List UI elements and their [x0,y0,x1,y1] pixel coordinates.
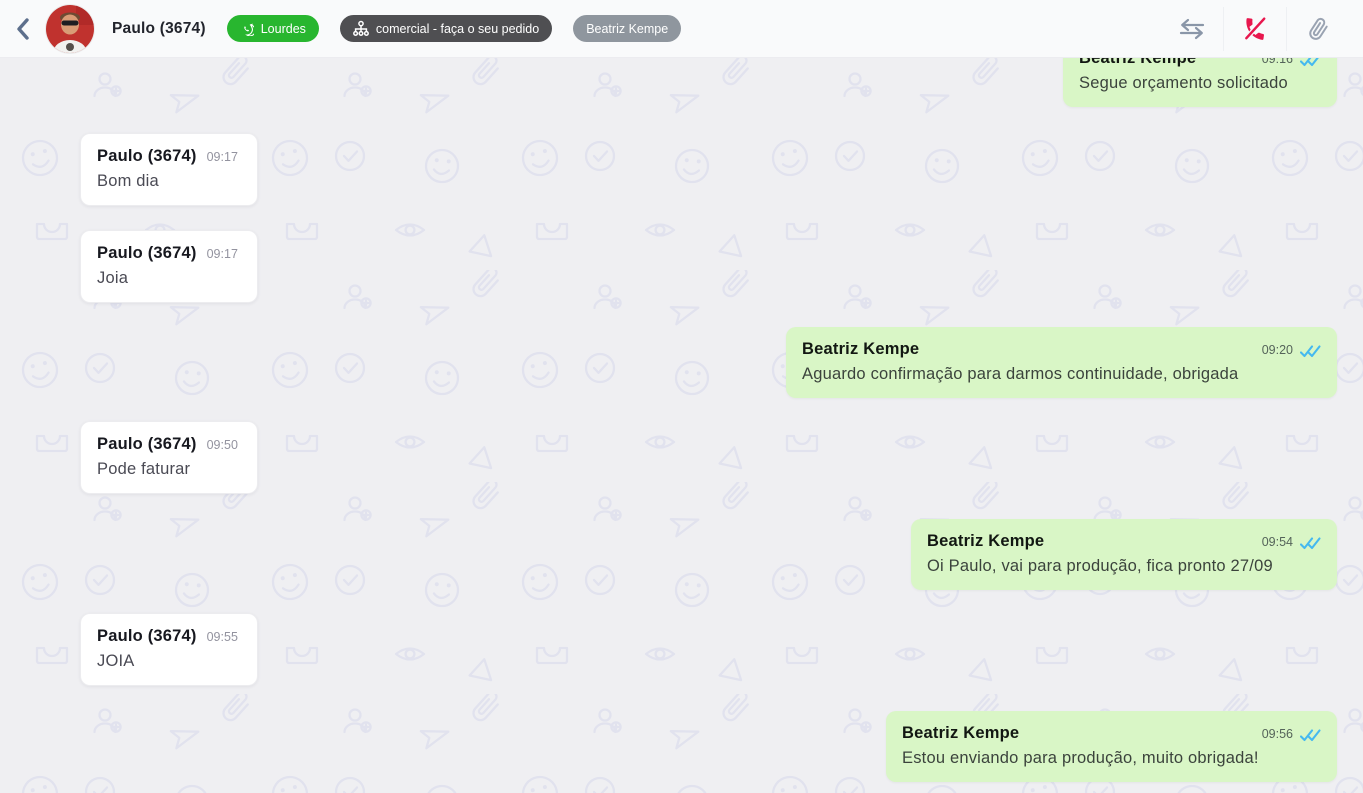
message-sender: Paulo (3674) [97,627,197,646]
message-text: JOIA [97,652,241,671]
read-receipt-icon [1300,537,1321,550]
message-time: 09:17 [207,150,238,164]
message-time: 09:50 [207,438,238,452]
chevron-left-icon [14,17,32,41]
message-text: Pode faturar [97,460,241,479]
sitemap-icon [353,20,369,37]
message-bubble[interactable]: Paulo (3674) 09:50 Pode faturar [80,421,258,494]
message-bubble[interactable]: Beatriz Kempe 09:16 Segue orçamento soli… [1063,58,1337,107]
agent-badge-label: Beatriz Kempe [586,22,668,36]
read-receipt-icon [1300,58,1321,67]
conversation-header: Paulo (3674) Lourdes comercial - faça o … [0,0,1363,58]
message-time: 09:17 [207,247,238,261]
call-disabled-icon [1242,16,1268,42]
message-text: Bom dia [97,172,241,191]
back-button[interactable] [8,10,38,48]
message-time: 09:56 [1262,727,1293,741]
whatsapp-icon [240,22,254,36]
contact-name: Paulo (3674) [112,20,206,38]
message-bubble[interactable]: Paulo (3674) 09:55 JOIA [80,613,258,686]
avatar-image [46,5,94,53]
message-bubble[interactable]: Beatriz Kempe 09:20 Aguardo confirmação … [786,327,1337,398]
attachment-icon [1306,17,1330,41]
message-sender: Paulo (3674) [97,147,197,166]
department-badge[interactable]: comercial - faça o seu pedido [340,15,552,42]
message-text: Segue orçamento solicitado [1079,74,1321,93]
message-bubble[interactable]: Beatriz Kempe 09:56 Estou enviando para … [886,711,1337,782]
message-time: 09:55 [207,630,238,644]
message-sender: Beatriz Kempe [927,532,1044,551]
message-text: Oi Paulo, vai para produção, fica pronto… [927,557,1321,576]
transfer-icon [1179,18,1205,40]
read-receipt-icon [1300,345,1321,358]
channel-badge[interactable]: Lourdes [227,15,319,42]
message-time: 09:16 [1262,58,1293,66]
message-sender: Paulo (3674) [97,435,197,454]
read-receipt-icon [1300,729,1321,742]
agent-badge[interactable]: Beatriz Kempe [573,15,681,42]
message-time: 09:20 [1262,343,1293,357]
chat-window: Paulo (3674) Lourdes comercial - faça o … [0,0,1363,793]
message-list[interactable]: Beatriz Kempe 09:16 Segue orçamento soli… [0,58,1363,793]
message-bubble[interactable]: Beatriz Kempe 09:54 Oi Paulo, vai para p… [911,519,1337,590]
message-text: Estou enviando para produção, muito obri… [902,749,1321,768]
message-bubble[interactable]: Paulo (3674) 09:17 Joia [80,230,258,303]
channel-badge-label: Lourdes [261,22,306,36]
call-disabled-button[interactable] [1224,7,1286,51]
message-text: Aguardo confirmação para darmos continui… [802,365,1321,384]
message-text: Joia [97,269,241,288]
message-bubble[interactable]: Paulo (3674) 09:17 Bom dia [80,133,258,206]
transfer-button[interactable] [1161,7,1223,51]
contact-avatar[interactable] [46,5,94,53]
message-sender: Paulo (3674) [97,244,197,263]
attachment-button[interactable] [1287,7,1349,51]
message-sender: Beatriz Kempe [1079,58,1196,68]
message-sender: Beatriz Kempe [802,340,919,359]
header-actions [1161,7,1349,51]
message-sender: Beatriz Kempe [902,724,1019,743]
message-time: 09:54 [1262,535,1293,549]
department-badge-label: comercial - faça o seu pedido [376,22,539,36]
